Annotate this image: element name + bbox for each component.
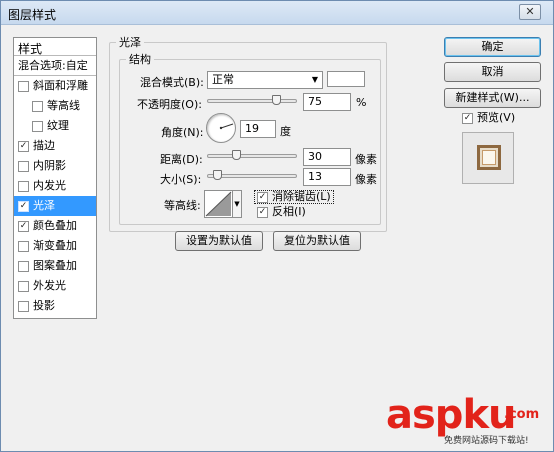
checkbox[interactable] xyxy=(32,120,43,132)
antialias-checkbox-row[interactable]: ✓ 消除锯齿(L) xyxy=(254,190,334,204)
watermark-logo: aspku .com 免费网站源码下载站! xyxy=(386,393,551,451)
contour-picker[interactable]: ▼ xyxy=(204,190,242,218)
checkbox[interactable] xyxy=(32,100,43,112)
blend-options-item[interactable]: 混合选项:自定 xyxy=(14,56,96,76)
style-item-label: 渐变叠加 xyxy=(33,239,77,252)
opacity-unit: % xyxy=(356,96,367,109)
distance-unit: 像素 xyxy=(355,153,377,166)
distance-input[interactable]: 30 xyxy=(303,148,351,166)
style-item-label: 内阴影 xyxy=(33,159,66,172)
window-title: 图层样式 xyxy=(8,8,57,22)
checkbox-checked[interactable]: ✓ xyxy=(18,200,29,212)
angle-label: 角度(N): xyxy=(161,126,204,139)
close-icon[interactable]: ✕ xyxy=(519,4,541,20)
checkbox[interactable] xyxy=(18,80,29,92)
checkbox[interactable] xyxy=(18,240,29,252)
satin-group-title: 光泽 xyxy=(119,36,141,49)
antialias-label: 消除锯齿(L) xyxy=(272,190,331,203)
color-swatch[interactable] xyxy=(327,71,365,87)
new-style-button[interactable]: 新建样式(W)... xyxy=(444,88,541,108)
checkbox[interactable] xyxy=(18,260,29,272)
style-item-inner-shadow[interactable]: 内阴影 xyxy=(14,156,96,176)
invert-checkbox[interactable]: ✓ xyxy=(257,206,268,218)
style-item-label: 光泽 xyxy=(33,199,55,212)
style-item-gradient-overlay[interactable]: 渐变叠加 xyxy=(14,236,96,256)
size-slider[interactable] xyxy=(207,170,297,180)
set-default-button[interactable]: 设置为默认值 xyxy=(175,231,263,251)
style-preview-thumbnail xyxy=(462,132,514,184)
checkbox[interactable] xyxy=(18,280,29,292)
size-unit: 像素 xyxy=(355,173,377,186)
style-item-pattern-overlay[interactable]: 图案叠加 xyxy=(14,256,96,276)
opacity-slider[interactable] xyxy=(207,95,297,105)
angle-dial[interactable] xyxy=(206,113,236,143)
invert-checkbox-row[interactable]: ✓ 反相(I) xyxy=(257,206,306,220)
size-label: 大小(S): xyxy=(160,173,202,186)
reset-default-button[interactable]: 复位为默认值 xyxy=(273,231,361,251)
invert-label: 反相(I) xyxy=(272,205,306,218)
style-item-bevel-emboss[interactable]: 斜面和浮雕 xyxy=(14,76,96,96)
style-item-satin[interactable]: ✓ 光泽 xyxy=(14,196,96,216)
blend-mode-label: 混合模式(B): xyxy=(140,76,204,89)
style-item-label: 内发光 xyxy=(33,179,66,192)
style-item-label: 纹理 xyxy=(47,119,69,132)
size-slider-thumb[interactable] xyxy=(213,170,222,180)
title-bar[interactable]: 图层样式 ✕ xyxy=(1,1,553,25)
chevron-down-icon: ▼ xyxy=(311,75,318,84)
opacity-slider-thumb[interactable] xyxy=(272,95,281,105)
checkbox-checked[interactable]: ✓ xyxy=(18,220,29,232)
contour-label: 等高线: xyxy=(164,199,201,212)
style-item-texture[interactable]: 纹理 xyxy=(14,116,96,136)
style-item-contour[interactable]: 等高线 xyxy=(14,96,96,116)
ok-button[interactable]: 确定 xyxy=(444,37,541,57)
watermark-text: aspku xyxy=(386,392,517,438)
preview-checkbox-row[interactable]: ✓ 预览(V) xyxy=(462,112,515,124)
chevron-down-icon[interactable]: ▼ xyxy=(232,191,241,217)
contour-curve-icon xyxy=(205,191,232,217)
opacity-label: 不透明度(O): xyxy=(137,98,202,111)
watermark-subtitle: 免费网站源码下载站! xyxy=(444,436,529,446)
layer-style-dialog: 图层样式 ✕ 样式 混合选项:自定 斜面和浮雕 等高线 纹理 ✓ 描边 内阴影 内… xyxy=(0,0,554,452)
styles-list: 样式 混合选项:自定 斜面和浮雕 等高线 纹理 ✓ 描边 内阴影 内发光 ✓ 光泽 … xyxy=(13,37,97,319)
preview-highlight xyxy=(483,151,495,164)
watermark-tld: .com xyxy=(504,407,540,422)
cancel-button[interactable]: 取消 xyxy=(444,62,541,82)
style-item-color-overlay[interactable]: ✓ 颜色叠加 xyxy=(14,216,96,236)
style-item-outer-glow[interactable]: 外发光 xyxy=(14,276,96,296)
checkbox[interactable] xyxy=(18,160,29,172)
antialias-checkbox[interactable]: ✓ xyxy=(257,191,268,203)
style-item-drop-shadow[interactable]: 投影 xyxy=(14,296,96,316)
checkbox[interactable] xyxy=(18,300,29,312)
style-item-label: 外发光 xyxy=(33,279,66,292)
checkbox[interactable] xyxy=(18,180,29,192)
size-input[interactable]: 13 xyxy=(303,168,351,186)
blend-mode-value: 正常 xyxy=(212,73,234,86)
preview-label: 预览(V) xyxy=(477,111,516,124)
distance-slider[interactable] xyxy=(207,150,297,160)
style-item-stroke[interactable]: ✓ 描边 xyxy=(14,136,96,156)
opacity-input[interactable]: 75 xyxy=(303,93,351,111)
preview-square xyxy=(477,145,501,170)
styles-header[interactable]: 样式 xyxy=(14,38,96,56)
angle-input[interactable]: 19 xyxy=(240,120,276,138)
style-item-label: 斜面和浮雕 xyxy=(33,79,88,92)
style-item-inner-glow[interactable]: 内发光 xyxy=(14,176,96,196)
preview-checkbox[interactable]: ✓ xyxy=(462,112,473,124)
style-item-label: 等高线 xyxy=(47,99,80,112)
style-item-label: 投影 xyxy=(33,299,55,312)
angle-dial-needle xyxy=(219,123,234,130)
distance-label: 距离(D): xyxy=(160,153,203,166)
distance-slider-thumb[interactable] xyxy=(232,150,241,160)
blend-mode-select[interactable]: 正常 ▼ xyxy=(207,71,323,89)
style-item-label: 图案叠加 xyxy=(33,259,77,272)
style-item-label: 描边 xyxy=(33,139,55,152)
angle-unit: 度 xyxy=(280,125,291,138)
structure-group-title: 结构 xyxy=(129,53,151,66)
style-item-label: 颜色叠加 xyxy=(33,219,77,232)
checkbox-checked[interactable]: ✓ xyxy=(18,140,29,152)
